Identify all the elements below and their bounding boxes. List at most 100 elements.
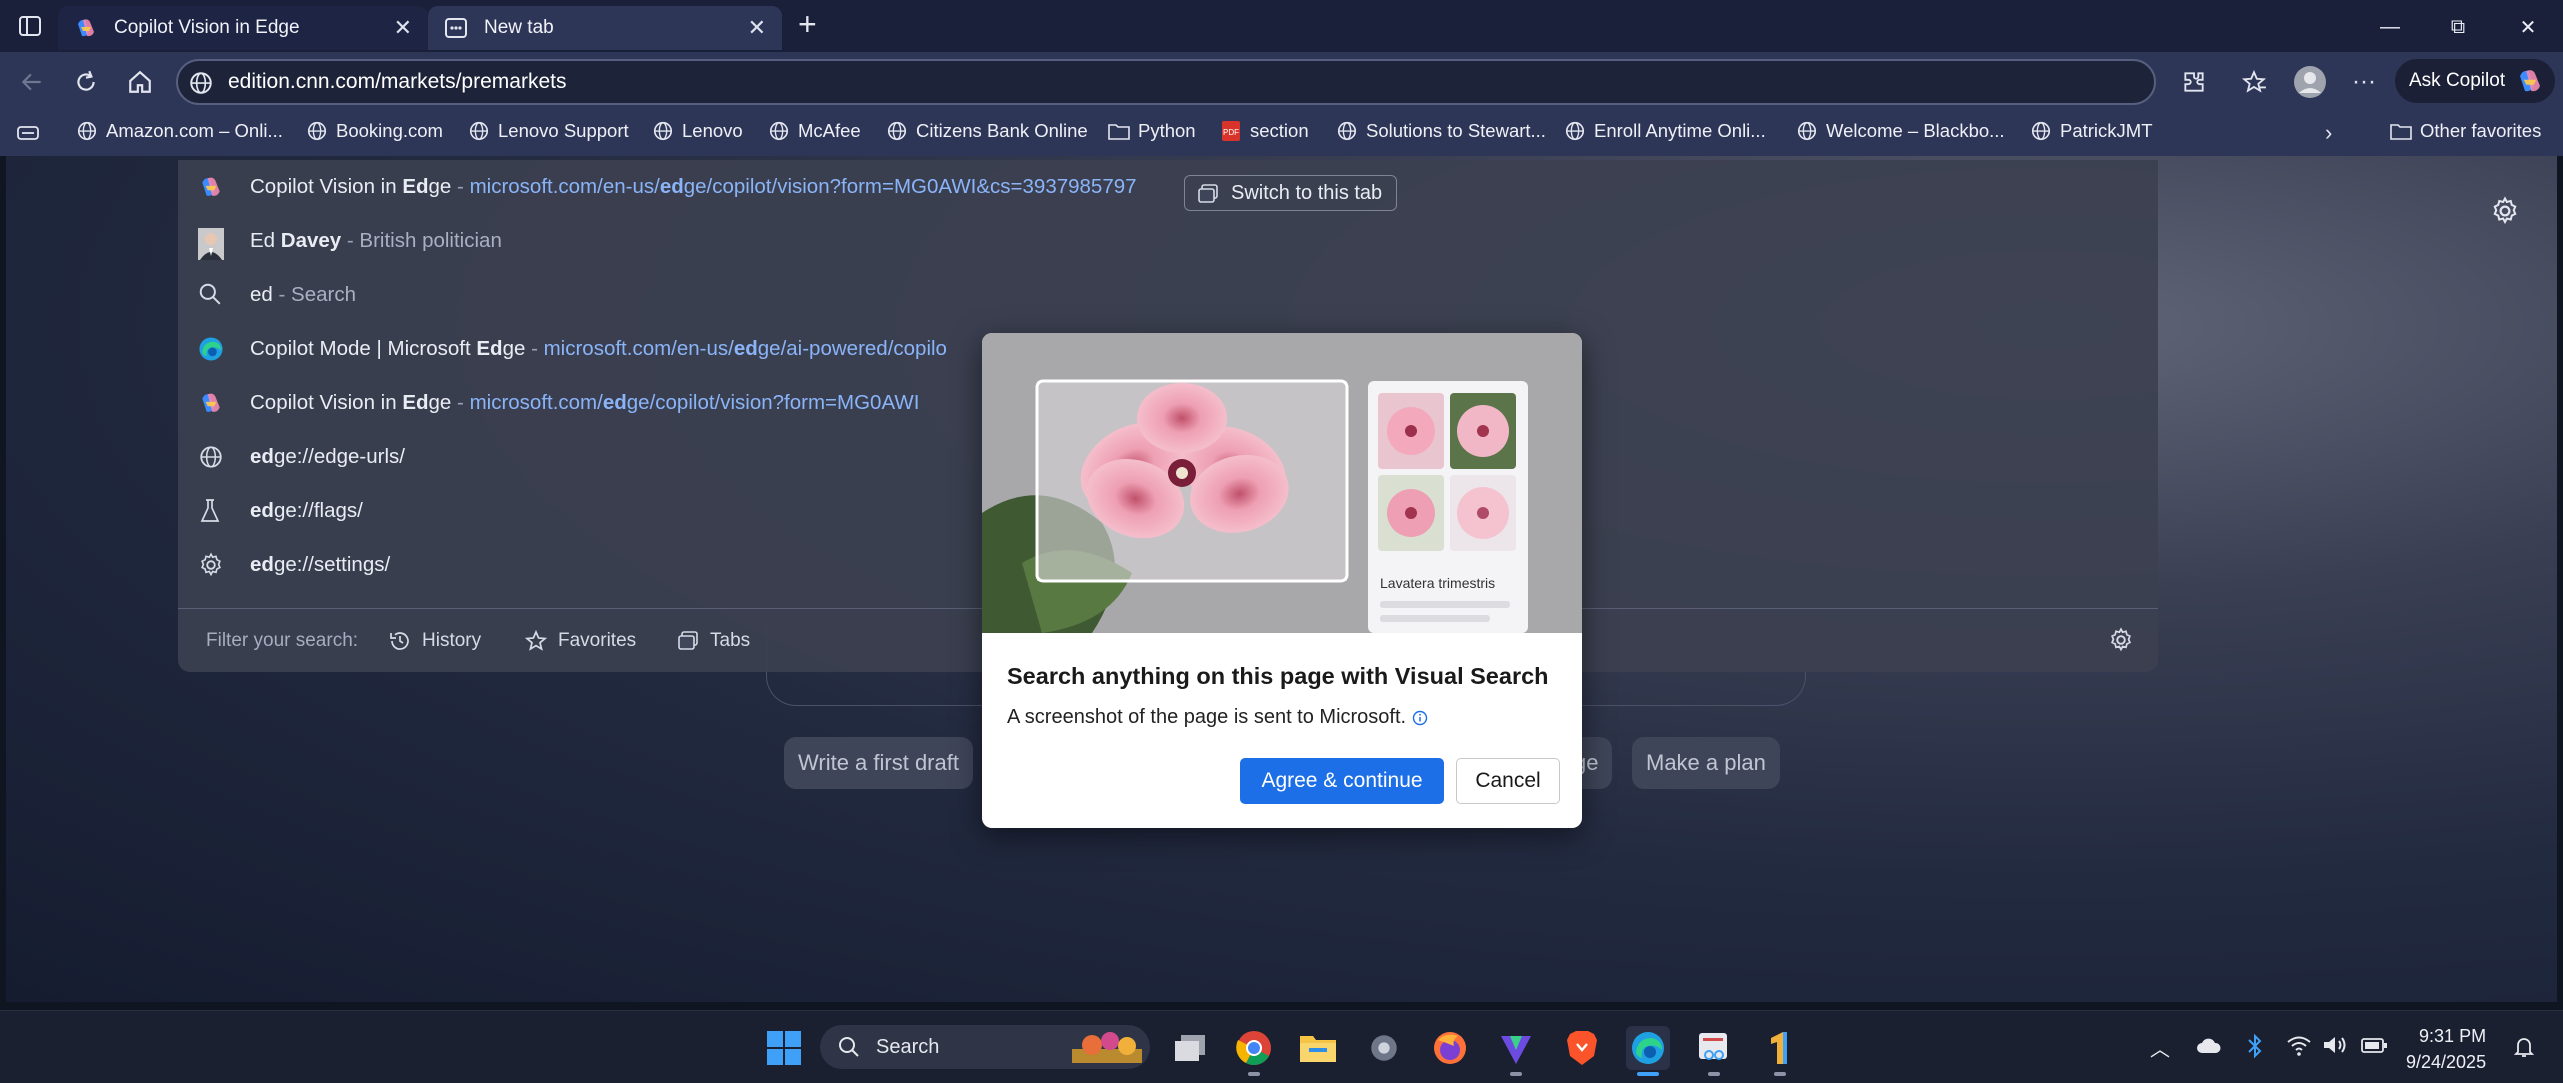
agree-continue-button[interactable]: Agree & continue <box>1240 758 1444 804</box>
suggestion-url-match: ed <box>733 337 758 360</box>
profile-avatar[interactable] <box>2292 64 2328 100</box>
prompt-pill-write-draft[interactable]: Write a first draft <box>784 737 973 789</box>
tabs-icon <box>676 629 700 653</box>
svg-text:PDF: PDF <box>1223 128 1239 137</box>
folder-icon <box>1108 121 1130 141</box>
more-menu-button[interactable]: ··· <box>2346 64 2382 100</box>
favorite-item[interactable]: PatrickJMT <box>2030 120 2153 142</box>
home-button[interactable] <box>122 64 158 100</box>
favorite-item[interactable]: McAfee <box>768 120 861 142</box>
settings-icon[interactable] <box>1362 1026 1406 1070</box>
favorite-item[interactable]: Booking.com <box>306 120 443 142</box>
back-button[interactable] <box>14 64 50 100</box>
cancel-button[interactable]: Cancel <box>1456 758 1560 804</box>
restore-button[interactable]: ⧉ <box>2430 8 2486 46</box>
favorite-item[interactable]: Solutions to Stewart... <box>1336 120 1546 142</box>
suggestion-url-start: microsoft.com/en-us/ <box>469 175 660 198</box>
switch-tab-label: Switch to this tab <box>1231 181 1383 204</box>
minimize-button[interactable]: — <box>2362 8 2418 46</box>
ask-copilot-button[interactable]: Ask Copilot <box>2395 59 2555 103</box>
windows-start-icon[interactable] <box>762 1026 806 1070</box>
suggestion-url-start: microsoft.com/en-us/ <box>543 337 734 360</box>
suggestion-item[interactable]: ed - Search <box>178 268 2158 322</box>
address-text[interactable]: edition.cnn.com/markets/premarkets <box>228 70 566 94</box>
close-window-button[interactable]: ✕ <box>2500 8 2556 46</box>
filter-favorites[interactable]: Favorites <box>524 629 636 653</box>
firefox-icon[interactable] <box>1428 1026 1472 1070</box>
vpn-icon[interactable] <box>1494 1026 1538 1076</box>
favorite-item[interactable]: Lenovo <box>652 120 743 142</box>
filter-history[interactable]: History <box>388 629 481 653</box>
extensions-icon[interactable] <box>2176 64 2212 100</box>
filter-favorites-label: Favorites <box>558 630 637 651</box>
suggestion-text: edge://flags/ <box>250 499 363 523</box>
onedrive-cloud-icon[interactable] <box>2196 1037 2222 1055</box>
bluetooth-icon[interactable] <box>2246 1033 2264 1059</box>
chrome-icon[interactable] <box>1232 1026 1276 1076</box>
favorite-item[interactable]: Enroll Anytime Onli... <box>1564 120 1766 142</box>
favorite-item[interactable]: Amazon.com – Onli... <box>76 120 283 142</box>
page-settings-gear-icon[interactable] <box>2490 196 2520 226</box>
switch-to-tab-button[interactable]: Switch to this tab <box>1184 175 1398 211</box>
tab-label: New tab <box>484 17 554 38</box>
suggestion-title-match: Ed <box>402 175 429 198</box>
prompt-pill-make-plan[interactable]: Make a plan <box>1632 737 1780 789</box>
suggestion-separator: - <box>341 229 360 252</box>
image-caption: Lavatera trimestris <box>1380 575 1496 591</box>
favorite-item[interactable]: Citizens Bank Online <box>886 120 1088 142</box>
suggestion-item[interactable]: Copilot Vision in Edge - microsoft.com/e… <box>178 160 2158 214</box>
favorite-item[interactable]: PDF section <box>1220 120 1309 142</box>
tab-copilot-vision[interactable]: Copilot Vision in Edge ✕ <box>58 6 428 50</box>
suggestion-title-end: ge <box>502 337 526 360</box>
suggestion-text: Ed Davey - British politician <box>250 229 502 253</box>
favorites-icon[interactable] <box>2236 64 2272 100</box>
favorite-item[interactable]: Python <box>1108 120 1196 142</box>
brave-icon[interactable] <box>1560 1026 1604 1070</box>
close-tab-icon[interactable]: ✕ <box>394 15 412 41</box>
taskbar-clock[interactable]: 9:31 PM 9/24/2025 <box>2406 1023 2486 1075</box>
suggestion-title-end: ge://settings/ <box>273 553 391 576</box>
file-explorer-icon[interactable] <box>1296 1026 1340 1070</box>
info-icon[interactable] <box>1412 710 1428 726</box>
battery-icon[interactable] <box>2360 1035 2388 1055</box>
favorite-label: PatrickJMT <box>2060 120 2153 141</box>
globe-icon <box>2030 120 2052 142</box>
suggestion-separator: - <box>272 283 292 306</box>
app-one-icon[interactable] <box>1758 1026 1802 1076</box>
suggestion-title-end: ge <box>428 391 452 414</box>
snipping-tool-icon[interactable] <box>1692 1026 1736 1076</box>
tab-new-tab[interactable]: New tab ✕ <box>428 6 782 50</box>
notifications-bell-icon[interactable] <box>2512 1035 2536 1059</box>
address-bar[interactable]: edition.cnn.com/markets/premarkets <box>176 59 2156 105</box>
favorites-overflow-chevron-icon[interactable]: › <box>2325 120 2332 146</box>
filter-tabs[interactable]: Tabs <box>676 629 750 653</box>
new-tab-button[interactable]: + <box>798 6 817 43</box>
taskbar-search-box[interactable]: Search <box>820 1025 1150 1069</box>
search-settings-gear-icon[interactable] <box>2108 627 2134 653</box>
collections-icon[interactable] <box>16 123 40 143</box>
globe-icon <box>768 120 790 142</box>
favorite-item[interactable]: Lenovo Support <box>468 120 629 142</box>
switch-tab-icon <box>1197 183 1219 205</box>
wifi-icon[interactable] <box>2286 1033 2312 1057</box>
suggestion-text: Copilot Vision in Edge - microsoft.com/e… <box>250 175 1137 199</box>
favorite-label: McAfee <box>798 120 861 141</box>
other-favorites-folder[interactable]: Other favorites <box>2390 120 2541 142</box>
favorite-label: Solutions to Stewart... <box>1366 120 1546 141</box>
task-view-icon[interactable] <box>1168 1026 1212 1070</box>
suggestion-text: edge://settings/ <box>250 553 390 577</box>
edge-icon[interactable] <box>1626 1026 1670 1076</box>
favorite-label: Booking.com <box>336 120 443 141</box>
show-hidden-icons-chevron-icon[interactable]: ︿ <box>2150 1033 2170 1062</box>
volume-icon[interactable] <box>2322 1034 2348 1056</box>
tab-actions-icon[interactable] <box>18 14 42 38</box>
close-tab-icon[interactable]: ✕ <box>748 15 766 41</box>
refresh-button[interactable] <box>68 64 104 100</box>
taskbar-search-label: Search <box>876 1035 940 1058</box>
suggestion-subtitle: Search <box>291 283 356 306</box>
suggestion-item[interactable]: Ed Davey - British politician <box>178 214 2158 268</box>
suggestion-title-end: ge://flags/ <box>273 499 363 522</box>
suggestion-title-match: Ed <box>476 337 503 360</box>
favorite-item[interactable]: Welcome – Blackbo... <box>1796 120 2005 142</box>
suggestion-title-match: Davey <box>280 229 342 252</box>
